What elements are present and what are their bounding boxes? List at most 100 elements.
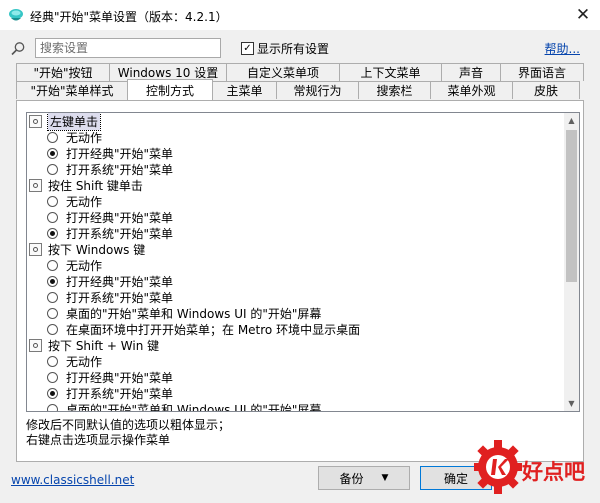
watermark-text: 好点吧	[522, 460, 585, 484]
backup-button-label: 备份	[339, 471, 364, 486]
search-icon	[11, 42, 25, 56]
scroll-down-icon[interactable]: ▼	[564, 396, 579, 411]
watermark-gear-icon	[474, 440, 522, 494]
radio-option[interactable]: 在桌面环境中打开开始菜单；在 Metro 环境中显示桌面	[27, 321, 565, 337]
radio-icon	[47, 291, 58, 303]
tab-context-menu[interactable]: 上下文菜单	[339, 63, 442, 81]
watermark-logo: 好点吧	[472, 432, 600, 503]
radio-option-label: 打开系统"开始"菜单	[66, 386, 174, 401]
radio-icon	[47, 323, 58, 335]
radio-option[interactable]: 无动作	[27, 129, 565, 145]
radio-option-label: 打开系统"开始"菜单	[66, 162, 174, 177]
close-icon: ✕	[575, 5, 591, 25]
tab-custom-menu-items[interactable]: 自定义菜单项	[226, 63, 340, 81]
radio-option[interactable]: 无动作	[27, 353, 565, 369]
radio-icon	[47, 131, 58, 143]
tab-panel-controls: 左键单击 无动作 打开经典"开始"菜单 打开系统"开始"菜单 按住 Shift …	[16, 100, 584, 462]
search-row: ✓ 显示所有设置 帮助...	[0, 38, 600, 60]
scrollbar-thumb[interactable]	[566, 130, 577, 282]
radio-option-label: 无动作	[66, 194, 103, 209]
radio-icon	[47, 211, 58, 223]
radio-option-label: 无动作	[66, 258, 103, 273]
search-input[interactable]	[35, 38, 221, 58]
radio-option[interactable]: 打开经典"开始"菜单	[27, 273, 565, 289]
radio-option[interactable]: 打开经典"开始"菜单	[27, 369, 565, 385]
setting-group-label: 按下 Shift + Win 键	[48, 338, 160, 353]
website-link[interactable]: www.classicshell.net	[11, 473, 134, 487]
radio-icon	[47, 403, 58, 411]
radio-icon	[47, 307, 58, 319]
setting-group-shift-win-key[interactable]: 按下 Shift + Win 键	[27, 337, 565, 353]
tab-general-behavior[interactable]: 常规行为	[276, 81, 359, 99]
radio-option-label: 无动作	[66, 354, 103, 369]
show-all-settings-checkbox[interactable]: ✓ 显示所有设置	[241, 40, 329, 57]
tab-main-menu[interactable]: 主菜单	[212, 81, 277, 99]
setting-group-label: 左键单击	[46, 113, 102, 131]
hint-line-1: 修改后不同默认值的选项以粗体显示；	[26, 418, 231, 432]
tab-menu-look[interactable]: 菜单外观	[430, 81, 513, 99]
radio-option[interactable]: 打开系统"开始"菜单	[27, 385, 565, 401]
ok-button-label: 确定	[443, 471, 468, 486]
tab-controls[interactable]: 控制方式	[127, 79, 213, 100]
vertical-scrollbar[interactable]: ▲ ▼	[564, 113, 579, 411]
show-all-settings-label: 显示所有设置	[257, 42, 330, 56]
setting-group-icon	[29, 114, 42, 128]
radio-option[interactable]: 桌面的"开始"菜单和 Windows UI 的"开始"屏幕	[27, 401, 565, 411]
radio-option-label: 打开经典"开始"菜单	[66, 274, 174, 289]
setting-group-icon	[29, 242, 42, 256]
radio-option[interactable]: 桌面的"开始"菜单和 Windows UI 的"开始"屏幕	[27, 305, 565, 321]
radio-option-label: 打开系统"开始"菜单	[66, 290, 174, 305]
tab-start-menu-style[interactable]: "开始"菜单样式	[16, 81, 128, 99]
radio-option[interactable]: 打开系统"开始"菜单	[27, 289, 565, 305]
tab-row-front: "开始"菜单样式 控制方式 主菜单 常规行为 搜索栏 菜单外观 皮肤	[16, 79, 580, 100]
radio-option[interactable]: 无动作	[27, 193, 565, 209]
setting-group-left-click[interactable]: 左键单击	[27, 113, 565, 131]
radio-option[interactable]: 打开系统"开始"菜单	[27, 161, 565, 177]
scroll-up-icon[interactable]: ▲	[564, 113, 579, 128]
tab-start-button[interactable]: "开始"按钮	[16, 63, 110, 81]
radio-selected-icon	[47, 387, 58, 399]
dropdown-arrow-icon: ▼	[381, 473, 389, 483]
radio-selected-icon	[47, 227, 58, 239]
radio-option-label: 打开经典"开始"菜单	[66, 210, 174, 225]
settings-tree-content: 左键单击 无动作 打开经典"开始"菜单 打开系统"开始"菜单 按住 Shift …	[27, 113, 565, 411]
tab-sounds[interactable]: 声音	[441, 63, 501, 81]
setting-group-label: 按下 Windows 键	[48, 242, 146, 257]
radio-option[interactable]: 打开经典"开始"菜单	[27, 209, 565, 225]
settings-tree: 左键单击 无动作 打开经典"开始"菜单 打开系统"开始"菜单 按住 Shift …	[26, 112, 580, 412]
radio-icon	[47, 371, 58, 383]
radio-option-label: 桌面的"开始"菜单和 Windows UI 的"开始"屏幕	[66, 402, 322, 412]
radio-icon	[47, 195, 58, 207]
setting-group-icon	[29, 178, 42, 192]
window-title: 经典"开始"菜单设置（版本：4.2.1）	[30, 10, 228, 24]
setting-group-windows-key[interactable]: 按下 Windows 键	[27, 241, 565, 257]
radio-selected-icon	[47, 147, 58, 159]
backup-button[interactable]: 备份 ▼	[318, 466, 410, 490]
radio-option[interactable]: 打开经典"开始"菜单	[27, 145, 565, 161]
radio-option-label: 在桌面环境中打开开始菜单；在 Metro 环境中显示桌面	[66, 322, 361, 337]
help-link[interactable]: 帮助...	[545, 40, 580, 57]
tab-language[interactable]: 界面语言	[500, 63, 584, 81]
checkbox-check-icon: ✓	[241, 42, 254, 55]
radio-selected-icon	[47, 275, 58, 287]
setting-group-shift-click[interactable]: 按住 Shift 键单击	[27, 177, 565, 193]
close-button[interactable]: ✕	[566, 0, 600, 30]
title-bar: 经典"开始"菜单设置（版本：4.2.1） ✕	[0, 0, 600, 30]
radio-icon	[47, 259, 58, 271]
radio-option-label: 无动作	[66, 130, 103, 145]
bold-hint-note: 修改后不同默认值的选项以粗体显示； 右键点击选项显示操作菜单	[26, 418, 230, 448]
radio-option-label: 桌面的"开始"菜单和 Windows UI 的"开始"屏幕	[66, 306, 322, 321]
setting-group-icon	[29, 338, 42, 352]
app-shell-icon	[9, 9, 23, 21]
radio-option-label: 打开经典"开始"菜单	[66, 370, 174, 385]
hint-line-2: 右键点击选项显示操作菜单	[26, 433, 171, 447]
setting-group-label: 按住 Shift 键单击	[48, 178, 143, 193]
radio-option[interactable]: 打开系统"开始"菜单	[27, 225, 565, 241]
tab-skin[interactable]: 皮肤	[512, 81, 580, 99]
radio-icon	[47, 163, 58, 175]
radio-option-label: 打开经典"开始"菜单	[66, 146, 174, 161]
tab-search-box[interactable]: 搜索栏	[358, 81, 431, 99]
radio-option[interactable]: 无动作	[27, 257, 565, 273]
radio-option-label: 打开系统"开始"菜单	[66, 226, 174, 241]
tab-row-back: "开始"按钮 Windows 10 设置 自定义菜单项 上下文菜单 声音 界面语…	[16, 63, 584, 81]
